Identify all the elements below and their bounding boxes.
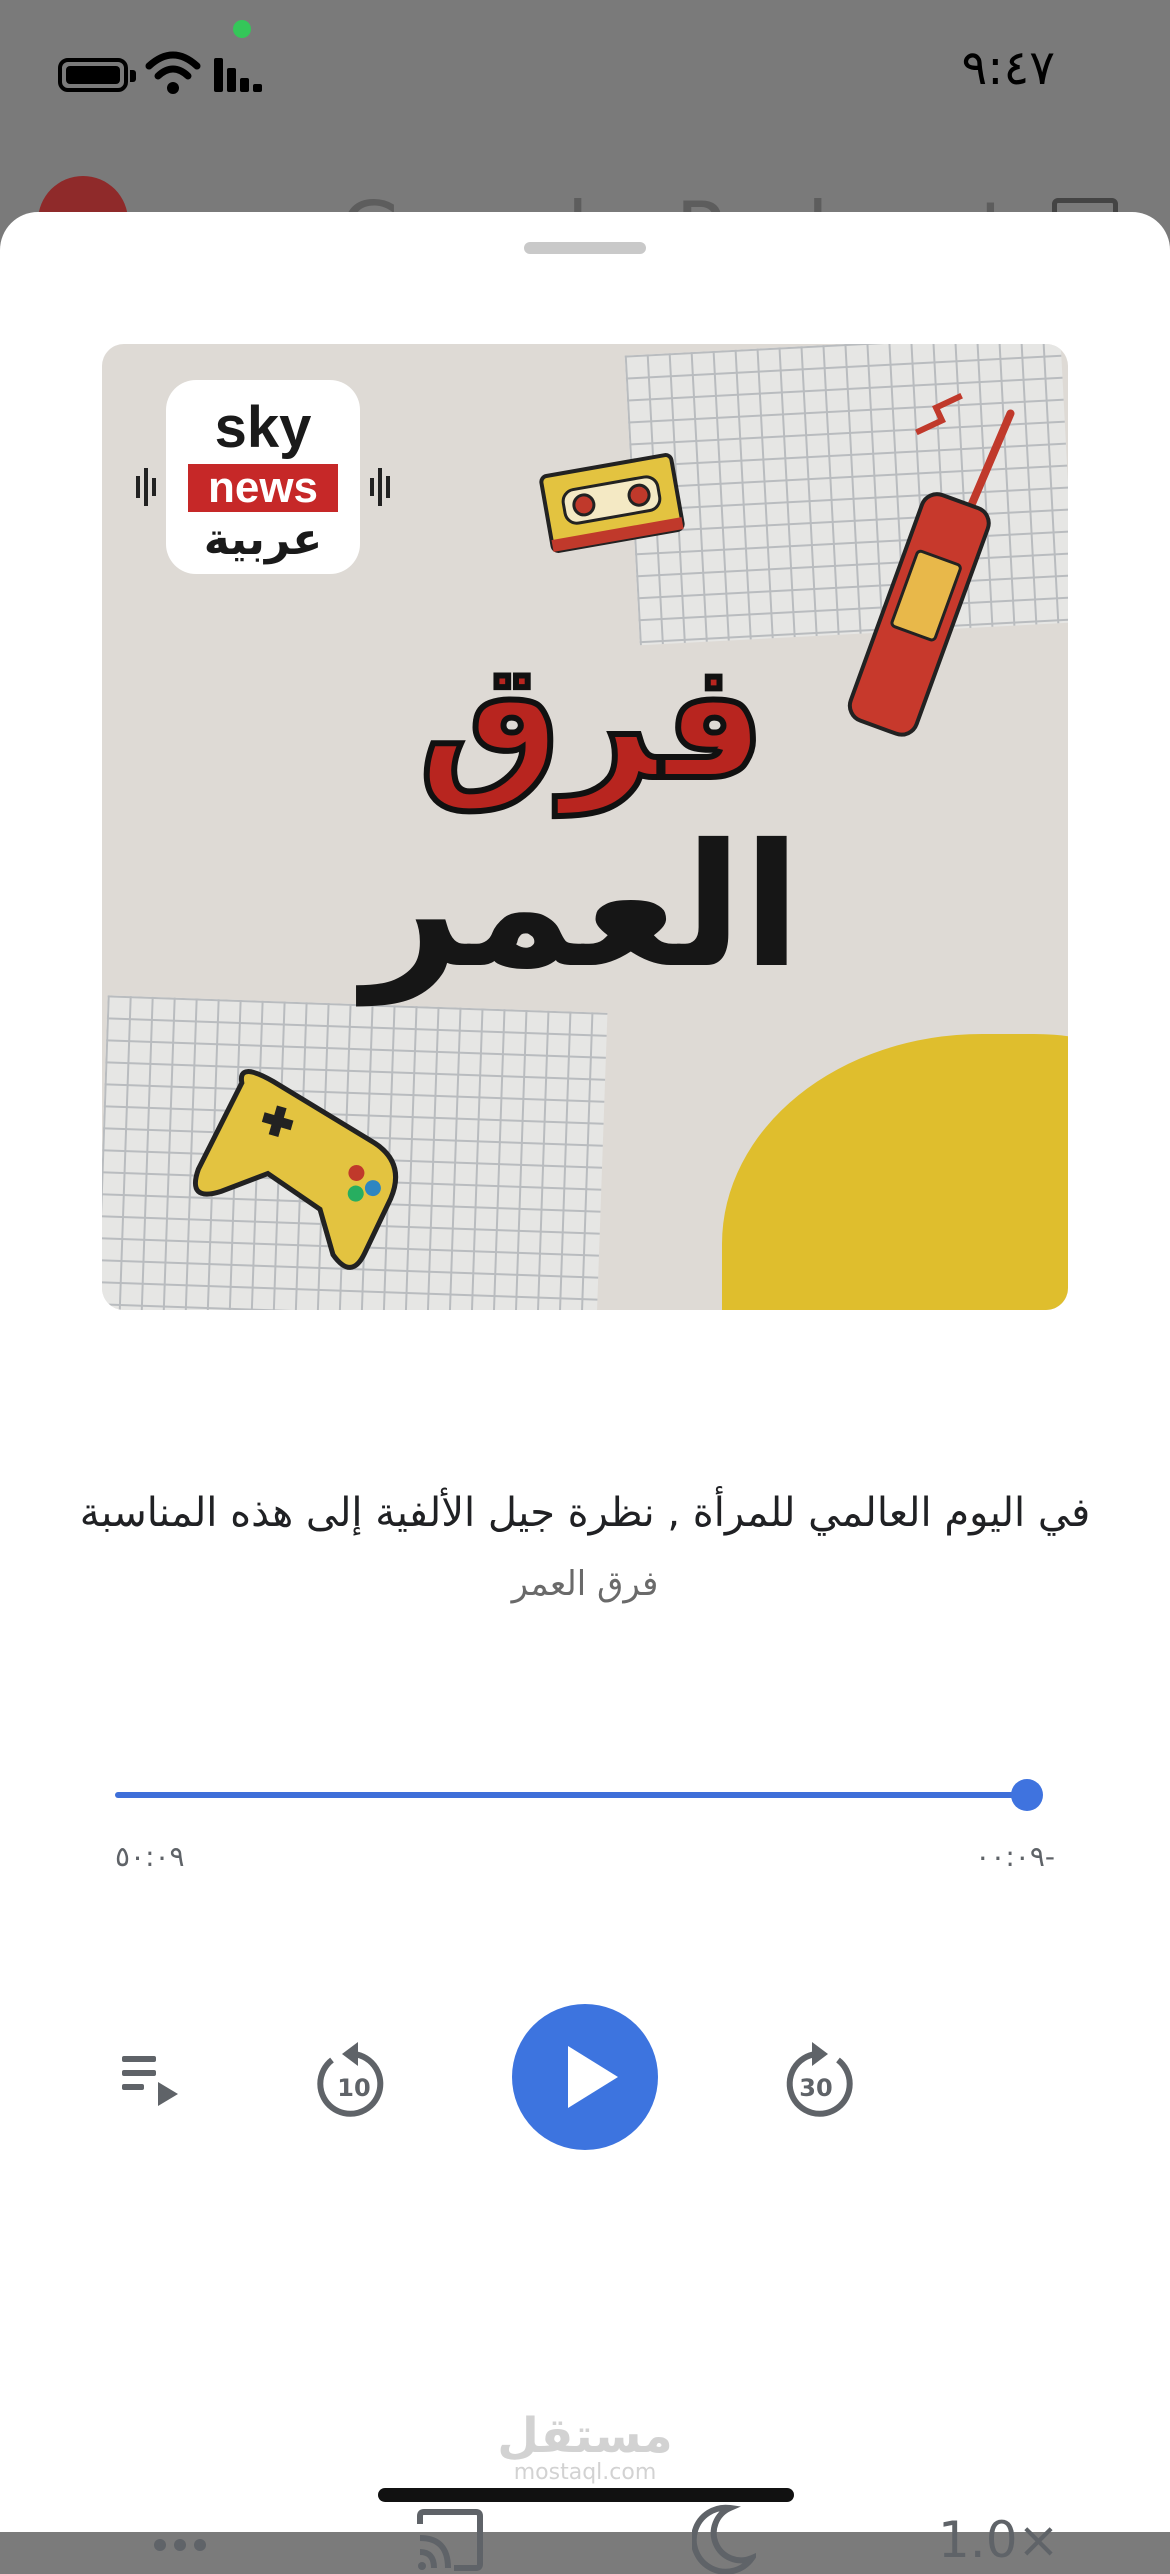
audio-bars-icon [136,468,156,506]
logo-text-arabic: عربية [203,514,323,565]
logo-text-news: news [188,464,338,512]
elapsed-time: ٥٠:٠٩ [115,1840,185,1873]
rewind-seconds-label: 10 [337,2074,370,2102]
signal-icon [214,58,262,92]
remaining-time: -٠٠:٠٩ [975,1840,1055,1873]
queue-icon[interactable] [120,2052,180,2108]
watermark: مستقل mostaql.com [470,2412,700,2486]
wifi-icon [145,51,201,94]
watermark-arabic: مستقل [497,2408,673,2464]
play-button[interactable] [512,2004,658,2150]
rewind-10-icon: 10 [317,2042,384,2117]
artwork-title-line-1: فرق [415,628,768,815]
player-sheet: sky news عربية فرق العمر في اليوم العالم… [0,212,1170,2574]
forward-seconds-label: 30 [799,2074,832,2102]
artwork-title-line-2: العمر [363,808,801,1006]
audio-bars-icon [370,468,390,506]
artwork-yellow-shape [722,1034,1068,1310]
sleep-timer-icon[interactable] [692,2504,756,2574]
podcast-name[interactable]: فرق العمر [40,1564,1130,1604]
podcast-artwork: sky news عربية فرق العمر [102,344,1068,1310]
sheet-drag-handle[interactable] [524,242,646,254]
sky-news-arabia-logo: sky news عربية [136,380,390,574]
seek-bar[interactable] [115,1792,1030,1798]
logo-text-sky: sky [214,395,312,460]
playback-speed-button[interactable]: 1.0× [938,2510,1059,2570]
episode-title: في اليوم العالمي للمرأة , نظرة جيل الألف… [79,1490,1091,1536]
cast-icon[interactable] [414,2508,486,2572]
privacy-indicator [233,20,251,38]
forward-button[interactable]: 30 [776,2030,856,2126]
home-indicator[interactable] [378,2488,794,2502]
forward-30-icon: 30 [786,2042,853,2117]
status-bar: ٩:٤٧ [0,0,1170,150]
battery-icon [58,58,136,92]
status-time: ٩:٤٧ [961,40,1055,96]
rewind-button[interactable]: 10 [314,2030,394,2126]
seek-bar-knob[interactable] [1011,1779,1043,1811]
play-icon [568,2046,618,2108]
more-icon[interactable] [150,2530,210,2560]
